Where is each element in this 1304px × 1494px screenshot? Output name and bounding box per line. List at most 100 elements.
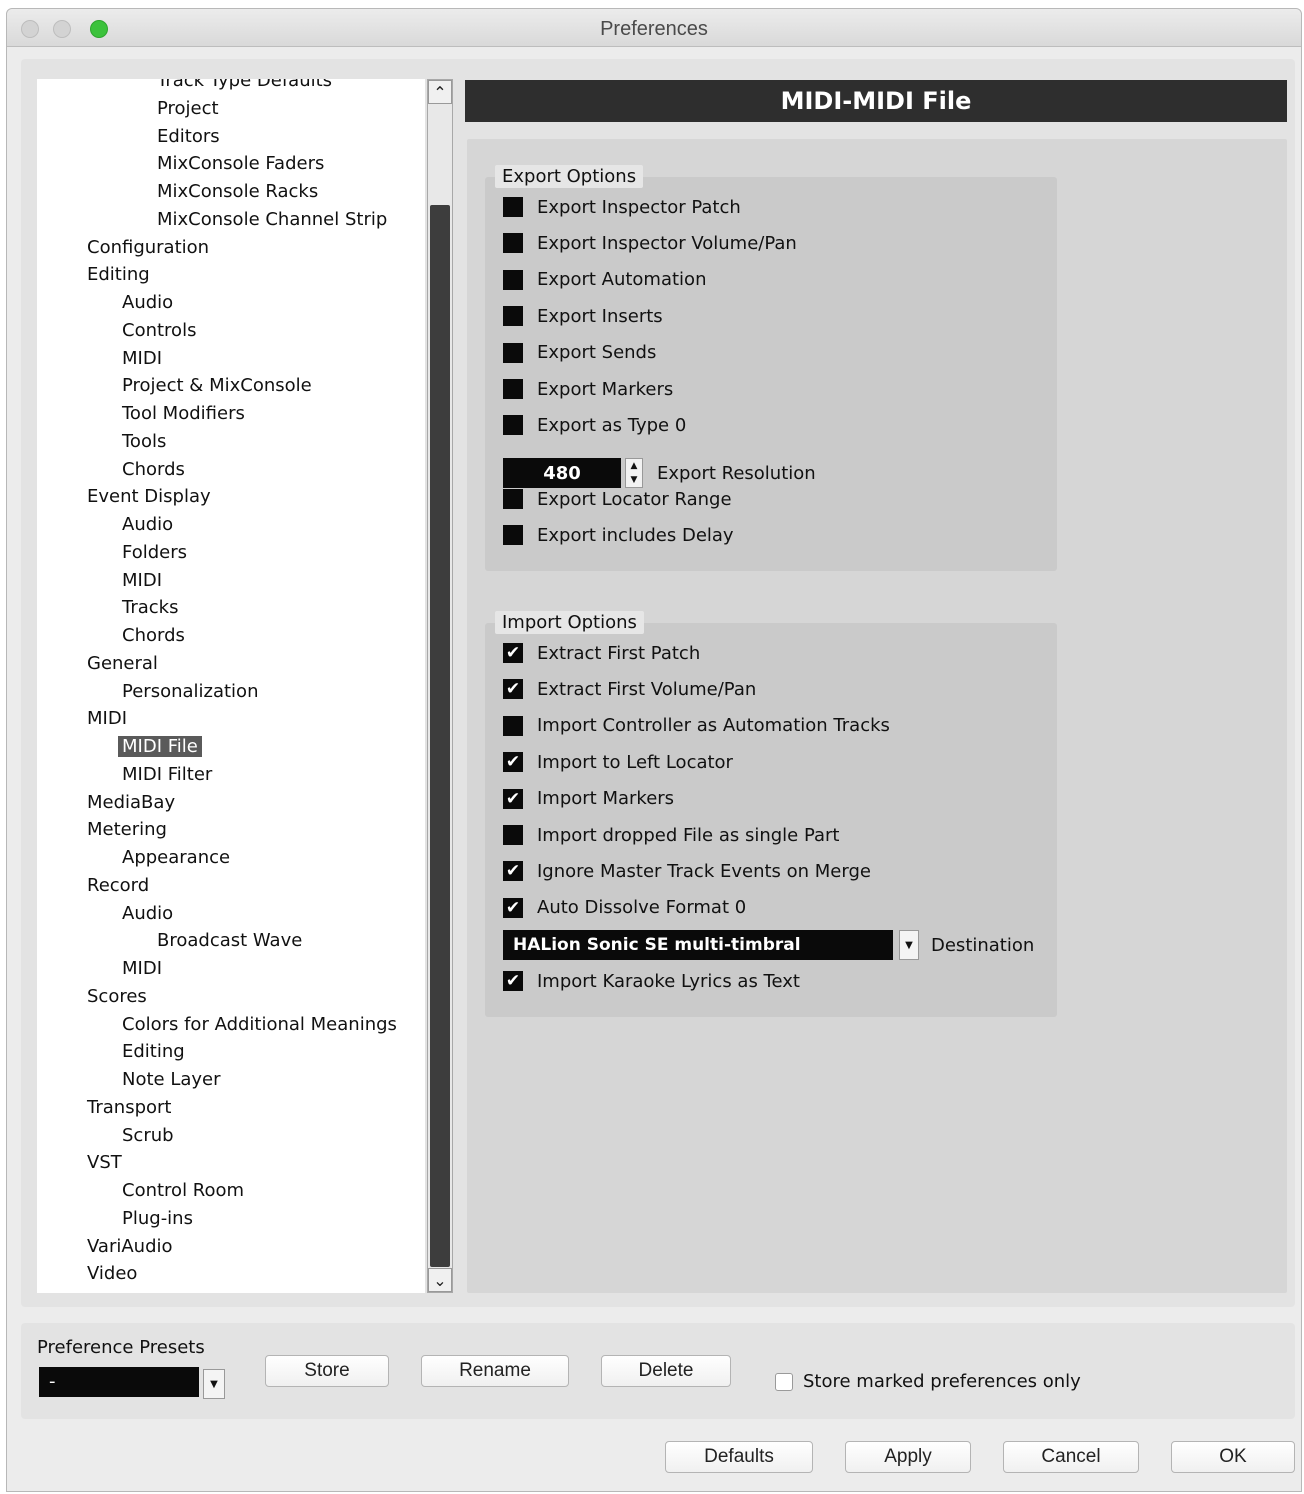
tree-item[interactable]: Chords [122,623,185,649]
option-row[interactable]: Export includes Delay [503,523,734,547]
delete-button[interactable]: Delete [601,1355,731,1387]
tree-item[interactable]: Event Display [87,484,211,510]
destination-select[interactable]: HALion Sonic SE multi-timbral [503,930,893,960]
tree-item[interactable]: Colors for Additional Meanings [122,1012,397,1038]
option-row[interactable]: ✔ Import Markers [503,787,674,811]
checkbox-checked-icon[interactable]: ✔ [503,861,523,882]
tree-item[interactable]: Track Type Defaults [157,79,332,94]
checkbox-unchecked-icon[interactable] [503,197,523,217]
option-row[interactable]: Export Inspector Volume/Pan [503,231,797,255]
checkbox-unchecked-icon[interactable] [503,525,523,546]
option-row[interactable]: ✔ Ignore Master Track Events on Merge [503,859,871,883]
tree-item[interactable]: VariAudio [87,1234,173,1260]
preset-select[interactable]: - [39,1367,199,1397]
option-row[interactable]: Export Automation [503,268,706,292]
checkbox-checked-icon[interactable]: ✔ [503,897,523,918]
tree-item[interactable]: Personalization [122,679,258,705]
tree-item[interactable]: Scrub [122,1123,174,1149]
tree-item[interactable]: Tools [122,429,166,455]
tree-item[interactable]: Tracks [122,595,178,621]
tree-item[interactable]: MIDI [87,706,127,732]
option-row[interactable]: Import Controller as Automation Tracks [503,714,890,738]
tree-item[interactable]: MIDI Filter [122,762,212,788]
tree-item[interactable]: MIDI [122,568,162,594]
option-row[interactable]: Export as Type 0 [503,413,686,437]
checkbox-unchecked-icon[interactable] [503,233,523,254]
tree-item[interactable]: MIDI [122,346,162,372]
export-resolution-stepper-icon[interactable]: ▲ ▼ [625,458,643,488]
tree-item[interactable]: MixConsole Faders [157,151,324,177]
option-row[interactable]: ✔ Import to Left Locator [503,750,733,774]
option-row[interactable]: Import dropped File as single Part [503,823,840,847]
tree-item[interactable]: MIDI [122,956,162,982]
tree-item[interactable]: VST [87,1150,122,1176]
checkbox-unchecked-icon[interactable] [503,715,523,736]
tree-item[interactable]: MixConsole Racks [157,179,318,205]
tree-item-label: Project & MixConsole [122,375,312,397]
option-row[interactable]: Export Markers [503,377,673,401]
preset-dropdown-icon[interactable]: ▼ [203,1369,225,1399]
option-row[interactable]: Export Sends [503,341,656,365]
tree-item[interactable]: Project & MixConsole [122,373,312,399]
checkbox-checked-icon[interactable]: ✔ [503,971,523,991]
ok-button[interactable]: OK [1171,1441,1295,1473]
tree-item[interactable]: Note Layer [122,1067,221,1093]
tree-item[interactable]: Transport [87,1095,171,1121]
scroll-up-icon[interactable]: ⌃ [428,80,452,104]
destination-dropdown-icon[interactable]: ▼ [899,930,919,960]
scroll-down-icon[interactable]: ⌄ [428,1268,452,1292]
tree-item[interactable]: Audio [122,901,173,927]
tree-item[interactable]: Tool Modifiers [122,401,245,427]
store-marked-only-option[interactable]: Store marked preferences only [775,1371,1081,1392]
store-marked-only-checkbox[interactable] [775,1372,793,1391]
rename-button[interactable]: Rename [421,1355,569,1387]
tree-item[interactable]: Chords [122,457,185,483]
option-row[interactable]: ✔ Extract First Volume/Pan [503,677,756,701]
tree-item[interactable]: Record [87,873,149,899]
defaults-button[interactable]: Defaults [665,1441,813,1473]
tree-item[interactable]: MediaBay [87,790,175,816]
tree-item[interactable]: Project [157,96,219,122]
checkbox-unchecked-icon[interactable] [503,306,523,327]
store-button[interactable]: Store [265,1355,389,1387]
tree-item[interactable]: Configuration [87,235,209,261]
checkbox-checked-icon[interactable]: ✔ [503,643,523,663]
tree-item[interactable]: Editing [122,1039,185,1065]
tree-item[interactable]: General [87,651,158,677]
apply-button[interactable]: Apply [845,1441,971,1473]
cancel-button[interactable]: Cancel [1003,1441,1139,1473]
checkbox-unchecked-icon[interactable] [503,379,523,399]
tree-item[interactable]: Folders [122,540,187,566]
checkbox-unchecked-icon[interactable] [503,489,523,509]
scroll-thumb[interactable] [430,205,450,1267]
tree-item[interactable]: Controls [122,318,196,344]
tree-item[interactable]: Metering [87,817,167,843]
checkbox-unchecked-icon[interactable] [503,269,523,290]
tree-item[interactable]: Audio [122,512,173,538]
option-row[interactable]: Export Inserts [503,304,663,328]
option-row[interactable]: ✔ Auto Dissolve Format 0 [503,896,746,920]
tree-item[interactable]: Control Room [122,1178,244,1204]
tree-item[interactable]: Video [87,1261,137,1287]
tree-item[interactable]: Appearance [122,845,230,871]
checkbox-unchecked-icon[interactable] [503,342,523,363]
checkbox-unchecked-icon[interactable] [503,825,523,845]
checkbox-checked-icon[interactable]: ✔ [503,752,523,773]
checkbox-checked-icon[interactable]: ✔ [503,788,523,809]
tree-item[interactable]: Editors [157,124,220,150]
checkbox-unchecked-icon[interactable] [503,415,523,436]
tree-item[interactable]: Scores [87,984,147,1010]
tree-item[interactable]: Editing [87,262,150,288]
option-row[interactable]: ✔ Import Karaoke Lyrics as Text [503,969,800,993]
option-row[interactable]: ✔ Extract First Patch [503,641,700,665]
tree-item[interactable]: MixConsole Channel Strip [157,207,387,233]
export-resolution-input[interactable]: 480 [503,458,621,488]
option-row[interactable]: Export Locator Range [503,487,732,511]
checkbox-checked-icon[interactable]: ✔ [503,679,523,700]
tree-item[interactable]: Broadcast Wave [157,928,302,954]
option-row[interactable]: Export Inspector Patch [503,195,741,219]
tree-scrollbar[interactable]: ⌃ ⌄ [427,79,453,1293]
tree-item-selected[interactable]: MIDI File [118,734,202,760]
tree-item[interactable]: Plug-ins [122,1206,193,1232]
tree-item[interactable]: Audio [122,290,173,316]
